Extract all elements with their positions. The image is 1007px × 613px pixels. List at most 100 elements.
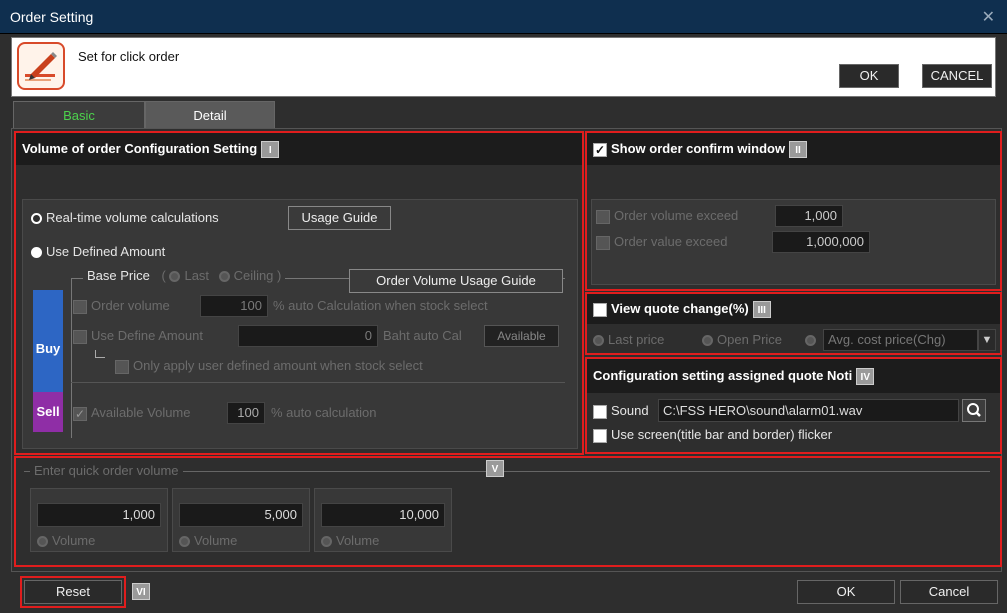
reset-button[interactable]: Reset xyxy=(24,580,122,604)
quick-volume-item-1: 1,000 Volume xyxy=(30,488,168,552)
base-price-paren-open: ( xyxy=(161,268,166,283)
confirm-window-checkbox[interactable]: ✓ xyxy=(593,142,607,157)
ceiling-radio[interactable] xyxy=(218,271,230,283)
value-exceed-checkbox[interactable] xyxy=(596,235,610,250)
order-volume-checkbox[interactable] xyxy=(73,299,87,314)
define-amount-checkbox[interactable] xyxy=(73,329,87,344)
open-price-radio[interactable] xyxy=(702,335,713,347)
last-price-radio[interactable] xyxy=(593,335,604,347)
value-exceed-input[interactable]: 1,000,000 xyxy=(772,231,870,253)
sound-path-input[interactable]: C:\FSS HERO\sound\alarm01.wav xyxy=(658,399,959,422)
footer-cancel-button[interactable]: Cancel xyxy=(900,580,998,604)
volume-exceed-label: Order volume exceed xyxy=(614,208,739,223)
header-cancel-button[interactable]: CANCEL xyxy=(922,64,992,88)
quick-volume-item-3: 10,000 Volume xyxy=(314,488,452,552)
volume-exceed-input[interactable]: 1,000 xyxy=(775,205,843,227)
defined-amount-option[interactable]: Use Defined Amount xyxy=(31,244,165,259)
value-exceed-label: Order value exceed xyxy=(614,234,728,249)
flicker-checkbox[interactable] xyxy=(593,428,607,443)
search-icon[interactable] xyxy=(962,399,986,422)
defined-amount-label: Use Defined Amount xyxy=(46,244,166,259)
defined-amount-radio[interactable] xyxy=(31,247,42,259)
order-volume-input[interactable]: 100 xyxy=(200,295,268,317)
title-bar: Order Setting ✕ xyxy=(0,0,1007,34)
quick-volume-radio-3[interactable] xyxy=(321,536,332,548)
sound-row: Sound xyxy=(593,403,649,419)
sound-checkbox[interactable] xyxy=(593,404,607,419)
define-amount-label: Use Define Amount xyxy=(91,328,204,343)
baht-suffix: Baht auto Cal xyxy=(383,328,462,343)
define-amount-row: Use Define Amount xyxy=(73,328,203,344)
value-exceed-row: Order value exceed xyxy=(596,234,727,250)
base-price-row: Base Price ( Last Ceiling ) xyxy=(83,268,286,283)
buy-sell-divider xyxy=(71,382,565,383)
confirm-window-title: Show order confirm window xyxy=(611,141,786,156)
avg-cost-radio[interactable] xyxy=(805,335,816,347)
footer-ok-button[interactable]: OK xyxy=(797,580,895,604)
volume-config-title: Volume of order Configuration Setting xyxy=(22,141,258,156)
reset-highlight: Reset xyxy=(20,576,126,608)
pencil-icon xyxy=(17,42,65,90)
tab-basic[interactable]: Basic xyxy=(13,101,145,128)
quote-change-title: View quote change(%) xyxy=(611,301,749,316)
quick-volume-option-3[interactable]: Volume xyxy=(321,533,379,548)
confirm-window-body: Order volume exceed 1,000 Order value ex… xyxy=(591,199,996,285)
flicker-label: Use screen(title bar and border) flicker xyxy=(611,427,833,442)
close-icon[interactable]: ✕ xyxy=(982,7,995,27)
available-volume-checkbox[interactable]: ✓ xyxy=(73,406,87,421)
volume-config-body: Real-time volume calculations Usage Guid… xyxy=(22,199,578,449)
quick-volume-label-3: Volume xyxy=(336,533,380,548)
last-radio[interactable] xyxy=(169,271,181,283)
quick-volume-radio-1[interactable] xyxy=(37,536,48,548)
header-ok-button[interactable]: OK xyxy=(839,64,899,88)
quote-noti-section: Configuration setting assigned quote Not… xyxy=(585,357,1002,454)
quote-change-checkbox[interactable] xyxy=(593,302,607,317)
ceiling-label: Ceiling xyxy=(233,268,274,283)
header-panel: Set for click order OK CANCEL xyxy=(11,37,996,97)
order-volume-guide-button[interactable]: Order Volume Usage Guide xyxy=(349,269,563,293)
quote-noti-header: Configuration setting assigned quote Not… xyxy=(587,359,1000,393)
last-price-option[interactable]: Last price xyxy=(593,332,664,347)
chevron-down-icon[interactable]: ▼ xyxy=(978,329,996,351)
volume-config-header: Volume of order Configuration Setting I xyxy=(16,133,582,165)
quick-volume-input-2[interactable]: 5,000 xyxy=(179,503,303,527)
buy-label: Buy xyxy=(33,290,63,407)
quick-volume-input-1[interactable]: 1,000 xyxy=(37,503,161,527)
volume-exceed-row: Order volume exceed xyxy=(596,208,738,224)
usage-guide-button[interactable]: Usage Guide xyxy=(288,206,391,230)
base-price-label: Base Price xyxy=(87,268,150,283)
quick-volume-title: Enter quick order volume xyxy=(30,463,183,478)
quote-change-section: View quote change(%) III Last price Open … xyxy=(585,292,1002,355)
confirm-window-section: ✓ Show order confirm window II Order volum… xyxy=(585,131,1002,291)
only-apply-label: Only apply user defined amount when stoc… xyxy=(133,358,423,373)
quick-volume-input-3[interactable]: 10,000 xyxy=(321,503,445,527)
header-description: Set for click order xyxy=(78,49,180,64)
available-volume-row: ✓ Available Volume xyxy=(73,405,191,421)
available-volume-suffix: % auto calculation xyxy=(271,405,377,420)
open-price-option[interactable]: Open Price xyxy=(702,332,782,347)
define-amount-input[interactable]: 0 xyxy=(238,325,378,347)
volume-config-section: Volume of order Configuration Setting I R… xyxy=(14,131,584,455)
avg-cost-select[interactable]: Avg. cost price(Chg) xyxy=(823,329,978,351)
badge-vi: VI xyxy=(132,583,150,600)
available-dropdown[interactable]: Available xyxy=(484,325,559,347)
quick-volume-option-2[interactable]: Volume xyxy=(179,533,237,548)
order-volume-label: Order volume xyxy=(91,298,170,313)
quote-change-header: View quote change(%) III xyxy=(587,294,1000,324)
realtime-option[interactable]: Real-time volume calculations xyxy=(31,210,219,225)
quick-volume-option-1[interactable]: Volume xyxy=(37,533,95,548)
realtime-radio[interactable] xyxy=(31,213,42,225)
quick-volume-label-2: Volume xyxy=(194,533,238,548)
avg-cost-option[interactable] xyxy=(805,332,820,347)
only-apply-checkbox[interactable] xyxy=(115,359,129,374)
last-price-label: Last price xyxy=(608,332,665,347)
badge-v: V xyxy=(486,460,504,477)
available-volume-input[interactable]: 100 xyxy=(227,402,265,424)
volume-exceed-checkbox[interactable] xyxy=(596,209,610,224)
only-apply-row: Only apply user defined amount when stoc… xyxy=(115,358,423,374)
quick-volume-radio-2[interactable] xyxy=(179,536,190,548)
base-price-paren-close: ) xyxy=(277,268,282,283)
base-price-left-line xyxy=(71,278,72,438)
tab-detail[interactable]: Detail xyxy=(145,101,275,128)
quick-volume-label-1: Volume xyxy=(52,533,96,548)
